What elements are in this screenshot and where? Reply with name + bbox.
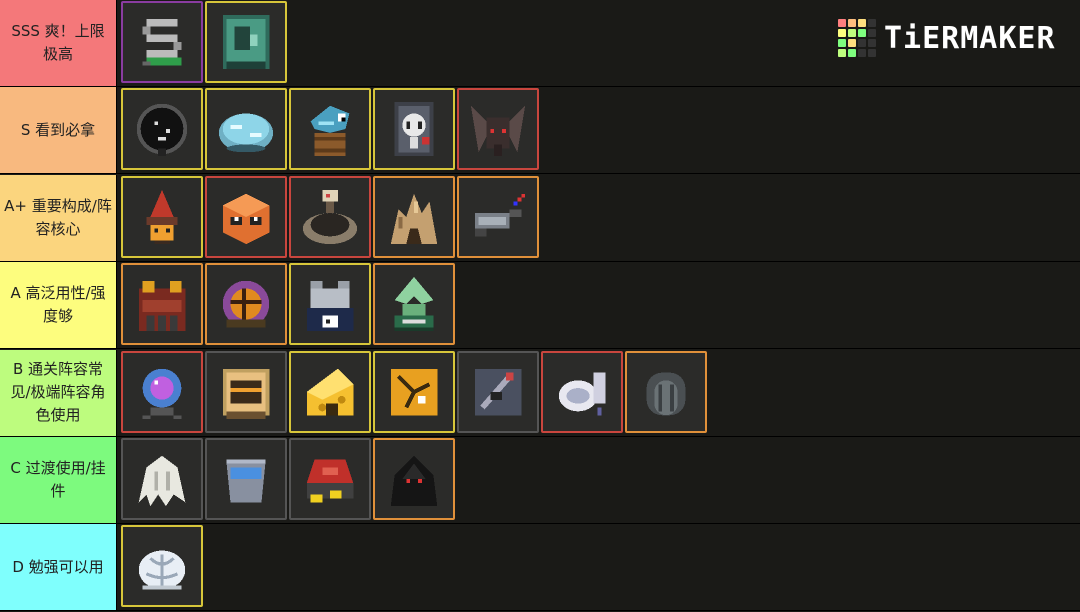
orange-box-icon [222,193,270,244]
gray-coil-icon [142,18,182,66]
tier-label[interactable]: S 看到必拿 [0,87,117,174]
syringe-gun-icon [474,193,526,237]
tier-label[interactable]: C 过渡使用/挂件 [0,437,117,523]
tier-item[interactable] [205,263,287,346]
fish-barrel-icon [310,106,350,157]
tier-item[interactable] [373,263,455,346]
green-cabinet-icon [222,14,270,70]
tier-item[interactable] [541,350,623,433]
tier-items [117,87,539,173]
wizard-hat-icon [146,189,178,244]
crystal-ball-icon [142,368,182,419]
tier-item[interactable] [121,263,203,346]
rock-cave-icon [390,193,438,244]
basketball-bag-icon [222,280,270,328]
tier-items [117,524,203,610]
tier-item[interactable] [205,1,287,83]
tier-item[interactable] [289,88,371,171]
tier-item[interactable] [373,350,455,433]
tier-label[interactable]: D 勉强可以用 [0,524,117,611]
tier-item[interactable] [121,438,203,520]
tier-row: D 勉强可以用 [0,524,1080,612]
toilet-icon [558,372,606,415]
white-hair-icon [138,455,186,507]
cracked-tile-icon [390,368,438,415]
black-cloak-icon [390,455,438,507]
water-bowl-icon [218,113,274,153]
tier-item[interactable] [205,350,287,433]
slime-fountain-icon [394,277,434,332]
black-orb-icon [136,104,188,157]
skull-device-icon [394,102,434,157]
tier-row: B 通关阵容常见/极端阵容角色使用 [0,349,1080,437]
tier-item[interactable] [121,525,203,608]
tier-item[interactable] [457,350,539,433]
tier-label[interactable]: A 高泛用性/强度够 [0,262,117,349]
tier-item[interactable] [373,438,455,520]
tier-item[interactable] [289,350,371,433]
tire-icon [646,372,686,415]
tier-item[interactable] [373,88,455,171]
tier-label[interactable]: B 通关阵容常见/极端阵容角色使用 [0,349,117,436]
tier-item[interactable] [625,350,707,433]
red-backpack-icon [138,280,186,332]
framed-jar-icon [222,368,270,419]
tier-item[interactable] [373,175,455,258]
tier-list-board: TiERMAKER SSS 爽！上限极高 S 看到必拿 A+ 重要构成/阵容核心 A … [0,0,1080,612]
blue-bucket-icon [226,459,266,503]
tier-row: SSS 爽！上限极高 [0,0,1080,87]
cheese-icon [306,368,354,415]
tier-label[interactable]: A+ 重要构成/阵容核心 [0,174,117,261]
tier-items [117,350,707,436]
tier-items [117,437,455,523]
tier-item[interactable] [121,1,203,83]
tier-item[interactable] [289,175,371,258]
tier-item[interactable] [289,263,371,346]
tier-row: A+ 重要构成/阵容核心 [0,174,1080,262]
tier-items [117,175,539,261]
stone-well-icon [302,189,358,244]
tier-items [117,262,455,348]
tier-label[interactable]: SSS 爽！上限极高 [0,0,117,86]
tier-row: S 看到必拿 [0,87,1080,175]
tier-item[interactable] [289,438,371,520]
tier-item[interactable] [121,175,203,258]
tier-item[interactable] [205,175,287,258]
tier-item[interactable] [205,88,287,171]
tier-item[interactable] [205,438,287,520]
horned-helmet-icon [470,106,526,157]
white-brain-icon [138,550,186,590]
treasure-pile-icon [306,459,354,503]
tier-row: C 过渡使用/挂件 [0,437,1080,524]
stone-pedestal-icon [306,280,354,332]
tier-item[interactable] [121,88,203,171]
tier-items [117,0,287,86]
tier-row: A 高泛用性/强度够 [0,262,1080,350]
tier-item[interactable] [457,175,539,258]
rat-frame-icon [474,368,522,415]
tier-item[interactable] [121,350,203,433]
tier-item[interactable] [457,88,539,171]
